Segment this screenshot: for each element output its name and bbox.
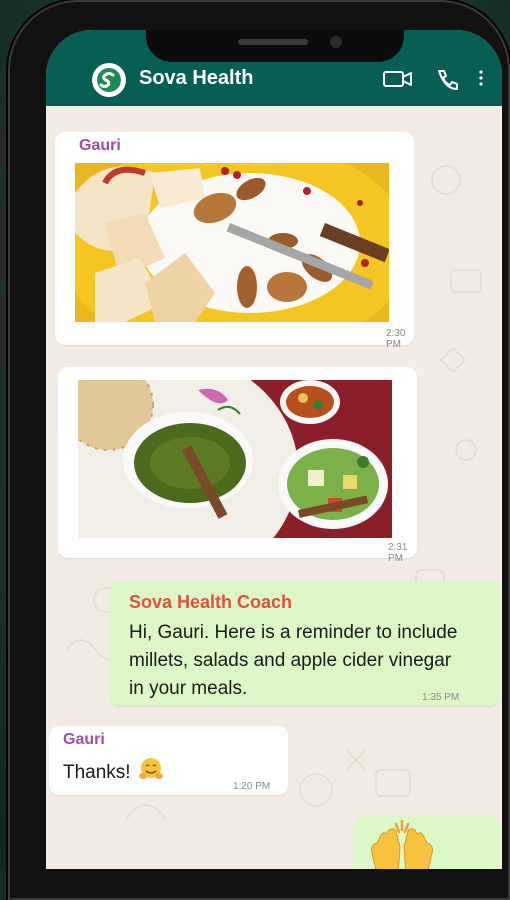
message-text-content: Thanks! bbox=[63, 762, 131, 783]
incoming-text-message[interactable]: Gauri Thanks! 1:20 PM bbox=[49, 726, 288, 795]
phone-notch bbox=[146, 30, 404, 62]
sender-name: Sova Health Coach bbox=[129, 592, 293, 612]
message-text-line-3: in your meals. bbox=[129, 678, 248, 699]
phone-volume-down-button bbox=[0, 295, 6, 370]
message-timestamp: 1:35 PM bbox=[422, 692, 460, 703]
message-timestamp: 2:30 PM bbox=[386, 328, 406, 350]
phone-call-icon[interactable] bbox=[434, 68, 460, 92]
chat-screen: Sova Health Gauri 2:30 PM 2:31 PM Sova H… bbox=[46, 30, 502, 869]
phone-speaker bbox=[238, 39, 308, 45]
message-timestamp: 1:20 PM bbox=[233, 781, 271, 792]
more-options-icon[interactable] bbox=[478, 68, 484, 90]
raising-hands-emoji-icon bbox=[371, 820, 433, 869]
sova-logo-icon[interactable] bbox=[92, 63, 126, 97]
incoming-image-message[interactable]: Gauri 2:30 PM bbox=[55, 132, 414, 350]
message-text-line-2: millets, salads and apple cider vinegar bbox=[129, 650, 452, 671]
message-text-line-1: Hi, Gauri. Here is a reminder to include bbox=[129, 622, 458, 643]
phone-volume-up-button bbox=[0, 205, 6, 280]
phone-front-camera bbox=[330, 36, 342, 48]
sender-name: Gauri bbox=[79, 137, 121, 154]
chat-title[interactable]: Sova Health bbox=[139, 67, 253, 90]
sender-name: Gauri bbox=[63, 731, 105, 748]
phone-mute-switch bbox=[0, 130, 6, 170]
outgoing-emoji-message[interactable] bbox=[354, 816, 499, 869]
millet-meal-with-salad-photo[interactable] bbox=[78, 380, 392, 538]
message-text: Thanks! bbox=[63, 757, 164, 787]
phone-frame: Sova Health Gauri 2:30 PM 2:31 PM Sova H… bbox=[8, 0, 510, 900]
hugging-face-emoji-icon bbox=[138, 758, 163, 779]
message-timestamp: 2:31 PM bbox=[388, 542, 408, 564]
outgoing-text-message[interactable]: Sova Health Coach Hi, Gauri. Here is a r… bbox=[110, 581, 500, 706]
incoming-image-message[interactable]: 2:31 PM bbox=[58, 367, 417, 564]
video-call-icon[interactable] bbox=[382, 68, 414, 90]
fruit-yogurt-bowl-photo[interactable] bbox=[75, 163, 389, 322]
